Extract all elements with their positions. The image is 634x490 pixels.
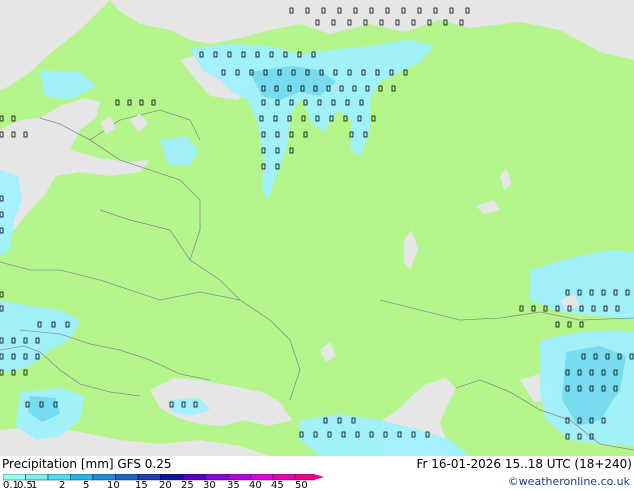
legend-label: 1 <box>31 480 37 488</box>
legend-label: 30 <box>203 480 216 488</box>
legend-label: 20 <box>159 480 172 488</box>
legend-label: 45 <box>271 480 284 488</box>
legend-label: 10 <box>107 480 120 488</box>
map-title: Precipitation [mm] GFS 0.25 <box>2 457 172 471</box>
map-canvas <box>0 0 634 456</box>
copyright-link[interactable]: ©weatheronline.co.uk <box>508 475 630 488</box>
legend-label: 5 <box>83 480 89 488</box>
legend-arrow <box>314 474 324 480</box>
legend-label: 40 <box>249 480 262 488</box>
map-footer: Precipitation [mm] GFS 0.25 Fr 16-01-202… <box>0 456 634 490</box>
legend-label: 15 <box>135 480 148 488</box>
valid-time: Fr 16-01-2026 15..18 UTC (18+240) <box>416 457 632 471</box>
legend-swatch <box>70 474 94 481</box>
legend-label: 2 <box>59 480 65 488</box>
precipitation-map[interactable] <box>0 0 634 456</box>
legend-label: 25 <box>181 480 194 488</box>
color-scale-legend: 0.10.51 2 5 10 15 20 25 30 35 40 45 50 <box>3 474 324 488</box>
legend-label: 35 <box>227 480 240 488</box>
legend-label: 50 <box>295 480 308 488</box>
